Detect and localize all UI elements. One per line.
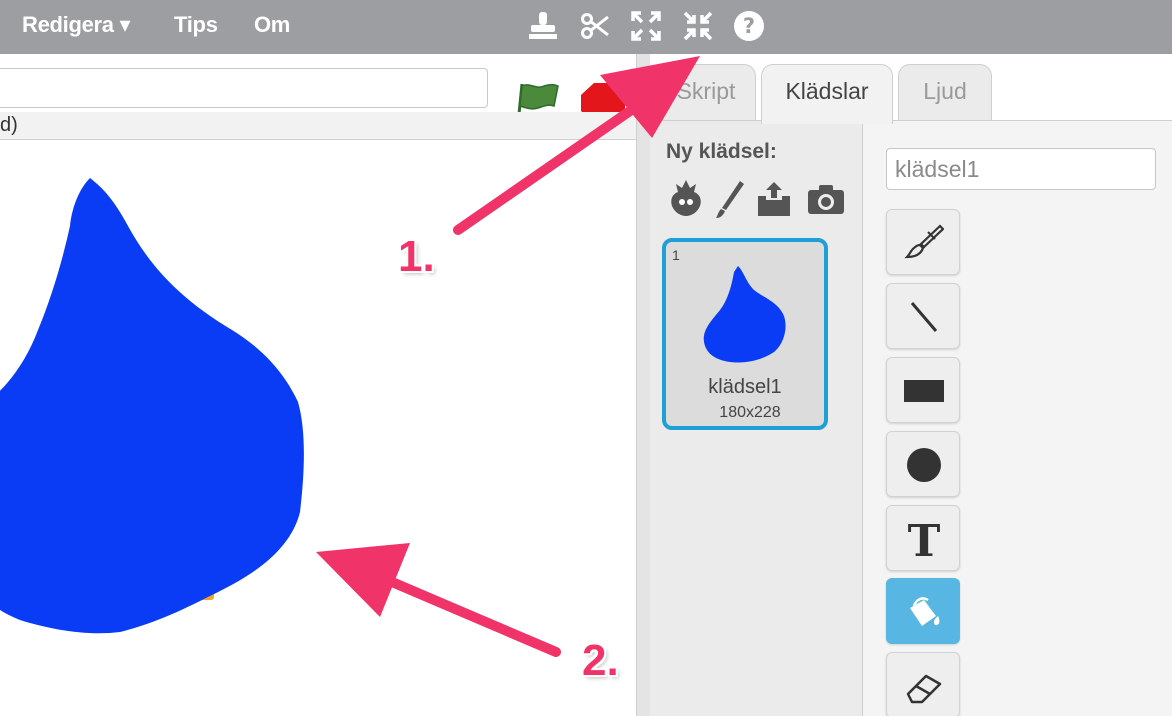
costume-size: 180x228: [719, 404, 781, 421]
rectangle-tool[interactable]: [886, 357, 960, 423]
sprite-library-icon[interactable]: [666, 178, 706, 220]
stage-info-text: d): [0, 114, 18, 136]
line-tool[interactable]: [886, 283, 960, 349]
costume-name-input[interactable]: [886, 148, 1156, 190]
costume-name: klädsel1: [708, 376, 782, 398]
panel-divider[interactable]: [636, 54, 650, 716]
rectangle-icon: [904, 380, 944, 402]
annotation-label-1: 1.: [398, 232, 435, 281]
grow-icon[interactable]: [629, 9, 663, 43]
menu-about[interactable]: Om: [254, 12, 290, 38]
annotation-label-2: 2.: [582, 636, 619, 685]
paint-brush-icon[interactable]: [710, 178, 750, 220]
help-icon[interactable]: ?: [732, 9, 766, 43]
fill-tool[interactable]: [886, 578, 960, 644]
line-icon: [910, 302, 938, 332]
brush-tool[interactable]: [886, 209, 960, 275]
upload-icon[interactable]: [754, 178, 794, 220]
eraser-icon: [906, 674, 942, 704]
svg-text:?: ?: [743, 14, 755, 38]
brush-icon: [904, 224, 944, 259]
menu-edit[interactable]: Redigera ▾: [22, 12, 131, 38]
costume-preview-drop: [703, 266, 786, 363]
text-tool[interactable]: T: [886, 505, 960, 571]
stage-info-strip: [0, 112, 636, 140]
menu-tips[interactable]: Tips: [174, 12, 218, 38]
fill-bucket-icon: [910, 597, 940, 626]
svg-text:T: T: [908, 519, 941, 559]
tab-scripts[interactable]: Skript: [656, 64, 756, 122]
ellipse-icon: [907, 448, 941, 482]
scratch-editor: Redigera ▾ Tips Om ? d) Skript Klädslar …: [0, 0, 1172, 716]
blue-drop-sprite[interactable]: [0, 178, 304, 634]
project-title-input[interactable]: [0, 68, 488, 108]
ellipse-tool[interactable]: [886, 431, 960, 497]
tab-costumes[interactable]: Klädslar: [761, 64, 893, 124]
menubar: Redigera ▾ Tips Om ?: [0, 0, 1172, 54]
eraser-tool[interactable]: [886, 652, 960, 716]
delete-scissors-icon[interactable]: [578, 9, 612, 43]
shrink-icon[interactable]: [681, 9, 715, 43]
stage[interactable]: [0, 141, 636, 716]
new-costume-label: Ny klädsel:: [666, 140, 777, 163]
tab-sounds[interactable]: Ljud: [898, 64, 992, 122]
costume-number: 1: [672, 247, 680, 263]
camera-icon[interactable]: [806, 178, 846, 220]
duplicate-stamp-icon[interactable]: [526, 9, 560, 43]
text-icon: T: [908, 519, 941, 559]
